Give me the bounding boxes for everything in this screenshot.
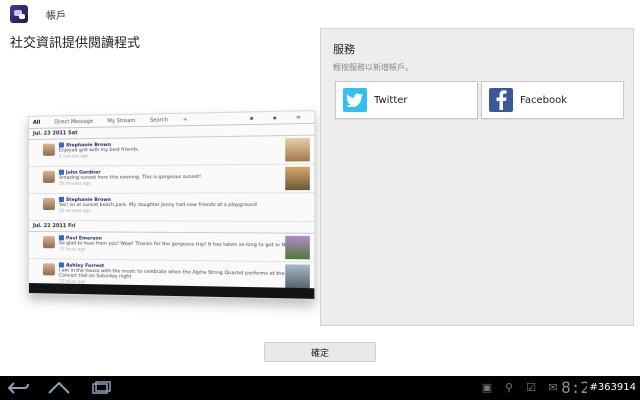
recent-apps-icon	[88, 380, 114, 396]
services-panel: 服務 輕按服務以新增帳戶。 Twitter Facebook	[320, 28, 634, 326]
avatar	[43, 144, 55, 156]
accounts-app-icon	[10, 5, 28, 23]
avatar	[43, 263, 55, 275]
tablet-mockup: All Direct Message My Stream Search + ▪ …	[28, 110, 315, 300]
preview-tab-my-stream: My Stream	[107, 117, 135, 124]
post-author: Stephanie Brown	[59, 193, 314, 203]
recent-apps-button[interactable]	[88, 380, 114, 396]
post-thumbnail	[285, 264, 310, 288]
back-icon	[6, 380, 32, 396]
preview-tab-all: All	[33, 119, 40, 125]
services-title: 服務	[333, 41, 355, 57]
facebook-service-button[interactable]: Facebook	[481, 81, 624, 119]
page-heading: 社交資訊提供閱讀程式	[10, 32, 140, 51]
mail-icon: ✉	[546, 381, 560, 395]
twitter-icon	[343, 88, 367, 112]
avatar	[43, 171, 55, 183]
preview-post: Stephanie Brown Enjoyed grill with my be…	[29, 136, 314, 167]
watermark-label: #363914	[587, 382, 638, 393]
post-thumbnail	[285, 236, 310, 260]
home-icon	[46, 380, 72, 396]
facebook-label: Facebook	[520, 95, 567, 106]
avatar	[43, 236, 55, 248]
twitter-label: Twitter	[374, 95, 408, 106]
window-title: 帳戶	[46, 7, 66, 22]
system-bar: ▣ ⚲ ☑ ✉ 8:2 #363914	[0, 376, 640, 400]
twitter-service-button[interactable]: Twitter	[335, 81, 478, 119]
avatar	[43, 198, 55, 210]
preview-tab-search: Search	[150, 117, 168, 124]
preview-post: Stephanie Brown Yes! so at sunset beach …	[29, 193, 314, 222]
usb-icon: ⚲	[502, 381, 516, 395]
post-thumbnail	[285, 167, 310, 191]
download-icon: ☑	[524, 381, 538, 395]
title-bar: 帳戶	[0, 0, 640, 28]
preview-tab-add: +	[183, 116, 187, 122]
preview-post: John Gardner Amazing sunset here this ev…	[29, 164, 314, 194]
back-button[interactable]	[6, 380, 32, 396]
preview-tab-direct-message: Direct Message	[54, 118, 93, 125]
ok-button[interactable]: 確定	[264, 342, 376, 362]
post-thumbnail	[285, 138, 310, 162]
app-preview-image: All Direct Message My Stream Search + ▪ …	[10, 110, 308, 310]
home-button[interactable]	[46, 380, 72, 396]
screenshot-icon: ▣	[480, 381, 494, 395]
preview-post: Paul Emerson So glad to hear from you! W…	[29, 232, 314, 263]
facebook-icon	[489, 88, 513, 112]
post-time: 30 minutes ago	[59, 208, 314, 214]
status-icons: ▣ ⚲ ☑ ✉	[480, 381, 560, 395]
preview-toolbar-icons: ▪ ▪ ≡	[250, 114, 310, 122]
status-clock: 8:2	[561, 378, 590, 397]
services-hint: 輕按服務以新增帳戶。	[333, 62, 413, 73]
